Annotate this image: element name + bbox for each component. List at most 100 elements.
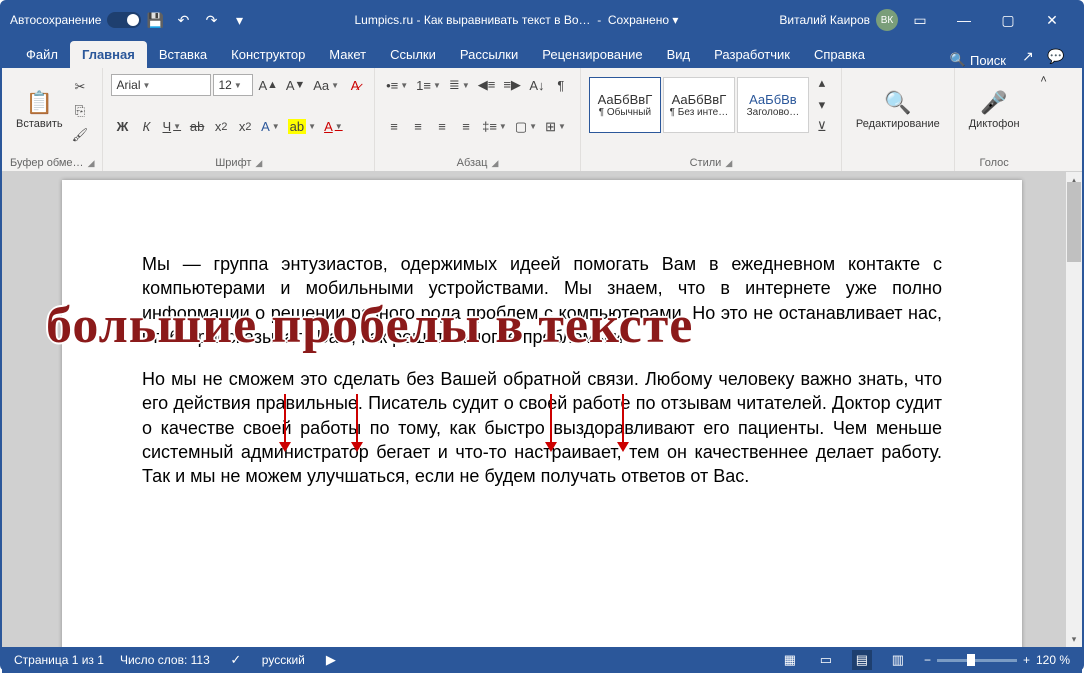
format-painter-button[interactable]: 🖌 [69,124,92,146]
focus-mode-icon[interactable]: ▦ [780,652,800,668]
line-spacing-button[interactable]: ‡≡▼ [479,116,510,138]
italic-button[interactable]: К [135,116,157,138]
style-heading1[interactable]: АаБбВв Заголово… [737,77,809,133]
increase-indent-button[interactable]: ≡▶ [500,74,524,96]
tab-references[interactable]: Ссылки [378,41,448,68]
read-mode-icon[interactable]: ▭ [816,652,836,668]
close-button[interactable]: ✕ [1030,2,1074,38]
macro-icon[interactable]: ▶ [321,652,341,668]
titlebar: Автосохранение 💾 ↶ ↷ ▾ Lumpics.ru - Как … [2,2,1082,38]
change-case-button[interactable]: Aa▼ [310,74,342,96]
tab-review[interactable]: Рецензирование [530,41,654,68]
dictate-button[interactable]: 🎤 Диктофон [963,72,1026,148]
underline-button[interactable]: Ч▼ [159,116,184,138]
multilevel-button[interactable]: ≣▼ [446,74,473,96]
shading-button[interactable]: ▢▼ [512,116,540,138]
tab-insert[interactable]: Вставка [147,41,219,68]
toggle-icon[interactable] [107,12,141,28]
dialog-launcher-icon[interactable]: ◢ [725,158,732,169]
tab-help[interactable]: Справка [802,41,877,68]
tab-design[interactable]: Конструктор [219,41,317,68]
copy-button[interactable]: ⎘ [69,100,92,122]
bullets-button[interactable]: •≡▼ [383,74,411,96]
clear-formatting-button[interactable]: A̷ [344,74,366,96]
justify-button[interactable]: ≡ [455,116,477,138]
font-color-button[interactable]: A▼ [321,116,346,138]
scroll-down-icon[interactable]: ▾ [1066,631,1082,647]
user-account[interactable]: Виталий Каиров ВК [779,9,898,31]
maximize-button[interactable]: ▢ [986,2,1030,38]
styles-more-icon[interactable]: ⊻ [811,116,833,138]
tab-view[interactable]: Вид [655,41,703,68]
save-status: Сохранено [608,13,669,27]
style-no-spacing[interactable]: АаБбВвГ ¶ Без инте… [663,77,735,133]
autosave-label: Автосохранение [10,13,101,27]
numbering-button[interactable]: 1≡▼ [413,74,444,96]
dictate-label: Диктофон [969,118,1020,130]
vertical-scrollbar[interactable]: ▴ ▾ [1066,172,1082,647]
autosave-toggle[interactable]: Автосохранение [10,12,141,28]
styles-up-icon[interactable]: ▴ [811,72,833,94]
word-count[interactable]: Число слов: 113 [120,653,210,667]
paste-button[interactable]: 📋 Вставить [10,72,69,148]
paragraph-2[interactable]: Но мы не сможем это сделать без Вашей об… [142,367,942,488]
bold-button[interactable]: Ж [111,116,133,138]
language-indicator[interactable]: русский [262,653,305,667]
tab-home[interactable]: Главная [70,41,147,68]
comments-icon[interactable]: 💬 [1044,44,1068,68]
styles-down-icon[interactable]: ▾ [811,94,833,116]
collapse-ribbon-button[interactable]: ˄ [1034,68,1054,171]
zoom-slider[interactable] [937,659,1017,662]
dialog-launcher-icon[interactable]: ◢ [491,158,498,169]
decrease-indent-button[interactable]: ◀≡ [475,74,499,96]
voice-label: Голос [979,157,1008,169]
page[interactable]: Мы — группа энтузиастов, одержимых идеей… [62,180,1022,647]
superscript-button[interactable]: x2 [234,116,256,138]
editing-button[interactable]: 🔍 Редактирование [850,72,946,148]
share-icon[interactable]: ↗ [1016,44,1040,68]
borders-button[interactable]: ⊞▼ [542,116,569,138]
search-button[interactable]: 🔍 Поиск [942,52,1014,68]
align-right-button[interactable]: ≡ [431,116,453,138]
sort-button[interactable]: A↓ [526,74,548,96]
style-normal[interactable]: АаБбВвГ ¶ Обычный [589,77,661,133]
minimize-button[interactable]: ― [942,2,986,38]
zoom-level[interactable]: 120 % [1036,653,1070,667]
show-marks-button[interactable]: ¶ [550,74,572,96]
doc-title: Lumpics.ru - Как выравнивать текст в Во… [355,13,591,27]
shrink-font-button[interactable]: A▼ [283,74,308,96]
tab-developer[interactable]: Разработчик [702,41,802,68]
tab-file[interactable]: Файл [14,41,70,68]
dialog-launcher-icon[interactable]: ◢ [88,158,95,169]
redo-icon[interactable]: ↷ [199,8,223,32]
group-clipboard: 📋 Вставить ✂ ⎘ 🖌 Буфер обме…◢ [2,68,103,171]
strike-button[interactable]: ab [186,116,208,138]
cut-button[interactable]: ✂ [69,76,92,98]
undo-icon[interactable]: ↶ [171,8,195,32]
font-size-select[interactable]: 12▼ [213,74,253,96]
zoom-in-button[interactable]: + [1023,653,1030,667]
web-layout-icon[interactable]: ▥ [888,652,908,668]
paragraph-1[interactable]: Мы — группа энтузиастов, одержимых идеей… [142,252,942,349]
print-layout-icon[interactable]: ▤ [852,650,872,670]
tab-layout[interactable]: Макет [317,41,378,68]
spellcheck-icon[interactable]: ✓ [226,652,246,668]
scroll-thumb[interactable] [1067,182,1081,262]
align-center-button[interactable]: ≡ [407,116,429,138]
font-name-select[interactable]: Arial▼ [111,74,211,96]
save-icon[interactable]: 💾 [143,8,167,32]
search-label: Поиск [970,53,1006,68]
page-indicator[interactable]: Страница 1 из 1 [14,653,104,667]
qat-dropdown-icon[interactable]: ▾ [227,8,251,32]
styles-gallery-scroll[interactable]: ▴ ▾ ⊻ [811,72,833,138]
grow-font-button[interactable]: A▲ [255,74,280,96]
zoom-control[interactable]: − + 120 % [924,653,1070,667]
text-effects-button[interactable]: A▼ [258,116,283,138]
zoom-out-button[interactable]: − [924,653,931,667]
align-left-button[interactable]: ≡ [383,116,405,138]
ribbon-options-icon[interactable]: ▭ [898,2,942,38]
dialog-launcher-icon[interactable]: ◢ [255,158,262,169]
subscript-button[interactable]: x2 [210,116,232,138]
highlight-button[interactable]: ab▼ [285,116,319,138]
tab-mailings[interactable]: Рассылки [448,41,530,68]
